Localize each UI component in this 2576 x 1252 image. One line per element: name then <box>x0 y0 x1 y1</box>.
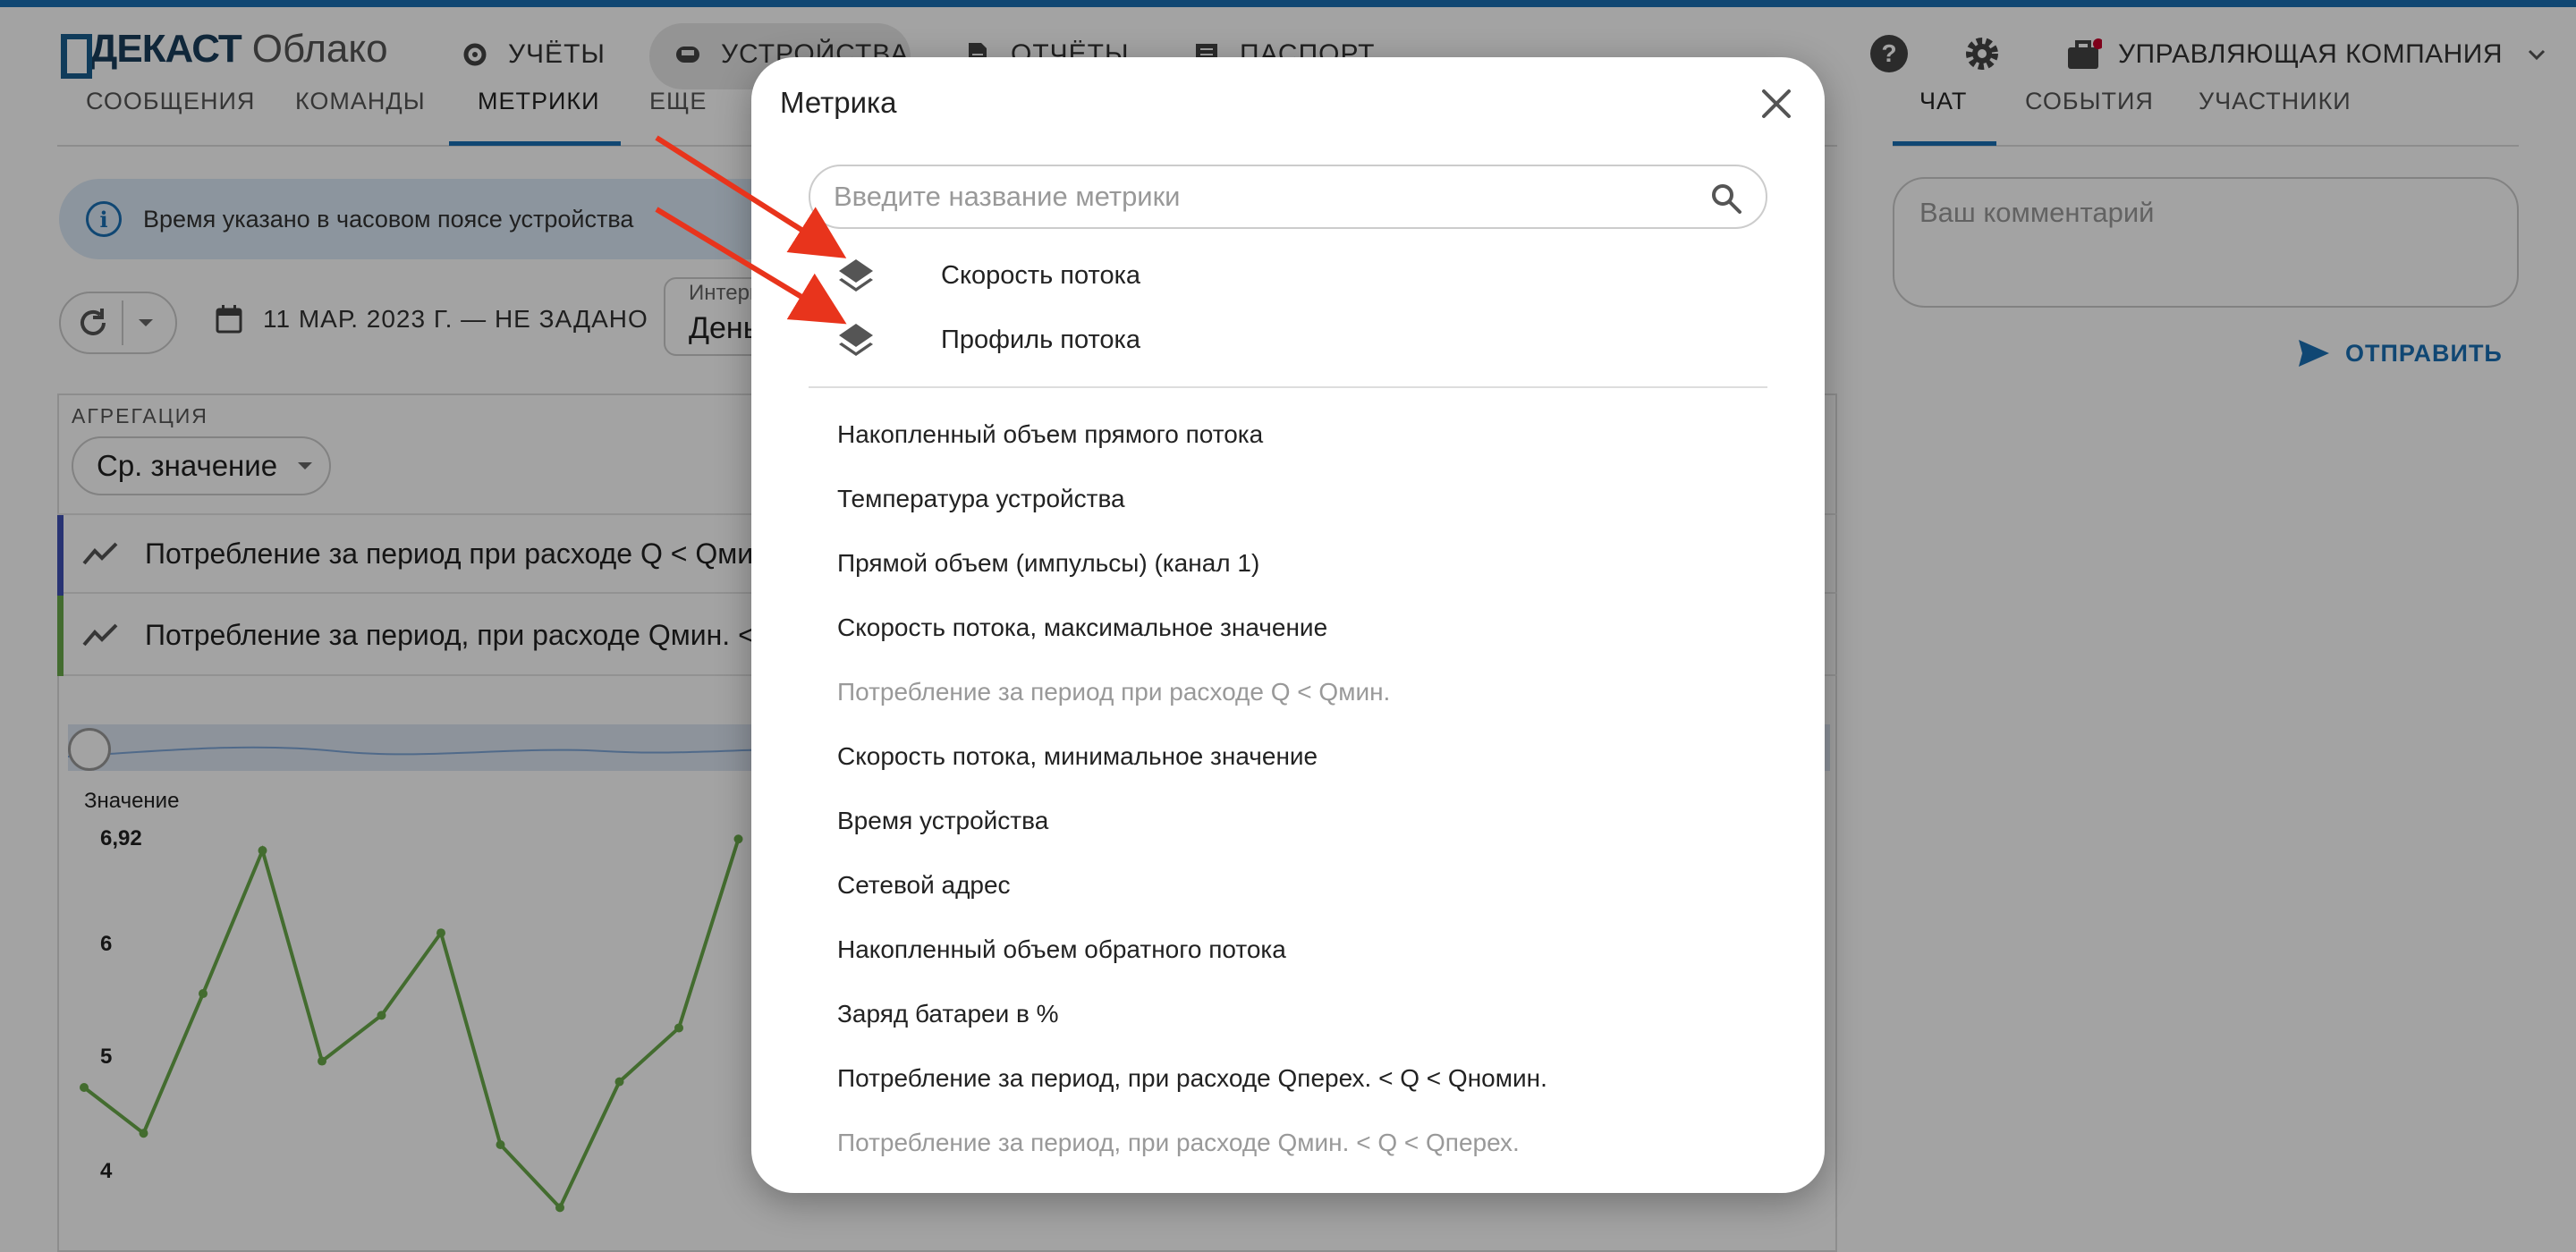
layers-icon <box>839 324 873 356</box>
dialog-divider <box>809 386 1767 388</box>
metric-option[interactable]: Температура устройства <box>837 485 1125 513</box>
layers-icon <box>839 259 873 292</box>
metric-option-disabled: Потребление за период при расходе Q < Qм… <box>837 678 1391 706</box>
metric-option[interactable]: Сетевой адрес <box>837 871 1011 900</box>
dialog-title: Метрика <box>780 86 897 119</box>
metric-option[interactable]: Время устройства <box>837 807 1048 835</box>
favorite-metric-label: Профиль потока <box>941 325 1140 354</box>
metric-search-input[interactable] <box>834 177 1692 216</box>
search-icon[interactable] <box>1710 182 1742 215</box>
metric-option[interactable]: Потребление за период, при расходе Qпере… <box>837 1064 1547 1093</box>
favorite-metric-item[interactable]: Скорость потока <box>809 249 1767 302</box>
metric-option[interactable]: Заряд батареи в % <box>837 1000 1059 1028</box>
metric-option[interactable]: Прямой объем (импульсы) (канал 1) <box>837 549 1259 578</box>
metric-option-disabled: Потребление за период, при расходе Qмин.… <box>837 1129 1520 1156</box>
metric-option[interactable]: Скорость потока, минимальное значение <box>837 742 1318 771</box>
metric-dialog: Метрика Скорость потока Профиль потока Н… <box>751 57 1825 1193</box>
favorite-metric-label: Скорость потока <box>941 260 1141 290</box>
metric-option[interactable]: Скорость потока, максимальное значение <box>837 613 1327 642</box>
metric-option[interactable]: Накопленный объем обратного потока <box>837 935 1286 964</box>
close-icon[interactable] <box>1757 84 1796 123</box>
favorite-metric-item[interactable]: Профиль потока <box>809 313 1767 367</box>
metric-option[interactable]: Накопленный объем прямого потока <box>837 420 1263 449</box>
metric-search <box>809 165 1767 229</box>
